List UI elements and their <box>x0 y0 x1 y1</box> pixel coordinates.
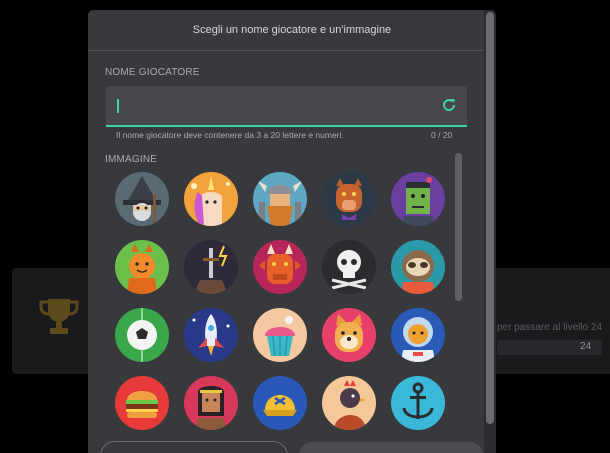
avatar-frankenstein[interactable] <box>391 172 445 226</box>
wizard-icon <box>115 172 169 226</box>
level-progress-text: per passare al livello 24 <box>497 322 603 333</box>
trophy-icon <box>39 299 79 334</box>
confirm-button[interactable] <box>298 442 484 453</box>
cancel-button[interactable] <box>100 441 288 453</box>
avatar-native-warrior[interactable] <box>184 376 238 430</box>
player-name-hint: Il nome giocatore deve contenere da 3 a … <box>116 130 344 140</box>
soccer-ball-icon <box>115 308 169 362</box>
avatar-werewolf[interactable] <box>322 172 376 226</box>
player-profile-dialog: Scegli un nome giocatore e un'immagine N… <box>88 10 496 453</box>
level-number: 24 <box>580 341 592 352</box>
avatar-doge[interactable] <box>322 308 376 362</box>
avatar-wizard[interactable] <box>115 172 169 226</box>
doge-icon <box>322 308 376 362</box>
viking-icon <box>253 172 307 226</box>
avatar-skull[interactable] <box>322 240 376 294</box>
avatar-anchor[interactable] <box>391 376 445 430</box>
player-name-input[interactable] <box>106 86 467 127</box>
avatar-chicken[interactable] <box>322 376 376 430</box>
pumpkin-cat-icon <box>115 240 169 294</box>
anchor-icon <box>391 376 445 430</box>
sword-icon <box>184 240 238 294</box>
player-name-label: NOME GIOCATORE <box>105 67 200 78</box>
dialog-scrollbar-thumb[interactable] <box>486 12 494 424</box>
sloth-icon <box>391 240 445 294</box>
avatar-dragon[interactable] <box>253 240 307 294</box>
native-warrior-icon <box>184 376 238 430</box>
refresh-icon[interactable] <box>441 97 457 113</box>
rocket-icon <box>184 308 238 362</box>
avatar-rocket[interactable] <box>184 308 238 362</box>
avatar-soccer-ball[interactable] <box>115 308 169 362</box>
burger-icon <box>115 376 169 430</box>
frankenstein-icon <box>391 172 445 226</box>
dialog-title: Scegli un nome giocatore e un'immagine <box>192 24 392 36</box>
dragon-icon <box>253 240 307 294</box>
skull-icon <box>322 240 376 294</box>
text-cursor <box>117 99 119 113</box>
avatar-sword[interactable] <box>184 240 238 294</box>
avatar-grid <box>115 172 450 430</box>
chicken-icon <box>322 376 376 430</box>
astronaut-cat-icon <box>391 308 445 362</box>
avatar-list-scrollbar[interactable] <box>455 153 462 301</box>
image-label: IMMAGINE <box>105 154 158 165</box>
avatar-burger[interactable] <box>115 376 169 430</box>
avatar-cap[interactable] <box>253 376 307 430</box>
character-counter: 0 / 20 <box>431 130 453 140</box>
avatar-cupcake[interactable] <box>253 308 307 362</box>
avatar-pumpkin-cat[interactable] <box>115 240 169 294</box>
cap-icon <box>253 376 307 430</box>
dialog-header: Scegli un nome giocatore e un'immagine <box>88 10 496 51</box>
avatar-sloth[interactable] <box>391 240 445 294</box>
avatar-unicorn[interactable] <box>184 172 238 226</box>
avatar-astronaut-cat[interactable] <box>391 308 445 362</box>
cupcake-icon <box>253 308 307 362</box>
werewolf-icon <box>322 172 376 226</box>
avatar-viking[interactable] <box>253 172 307 226</box>
unicorn-icon <box>184 172 238 226</box>
